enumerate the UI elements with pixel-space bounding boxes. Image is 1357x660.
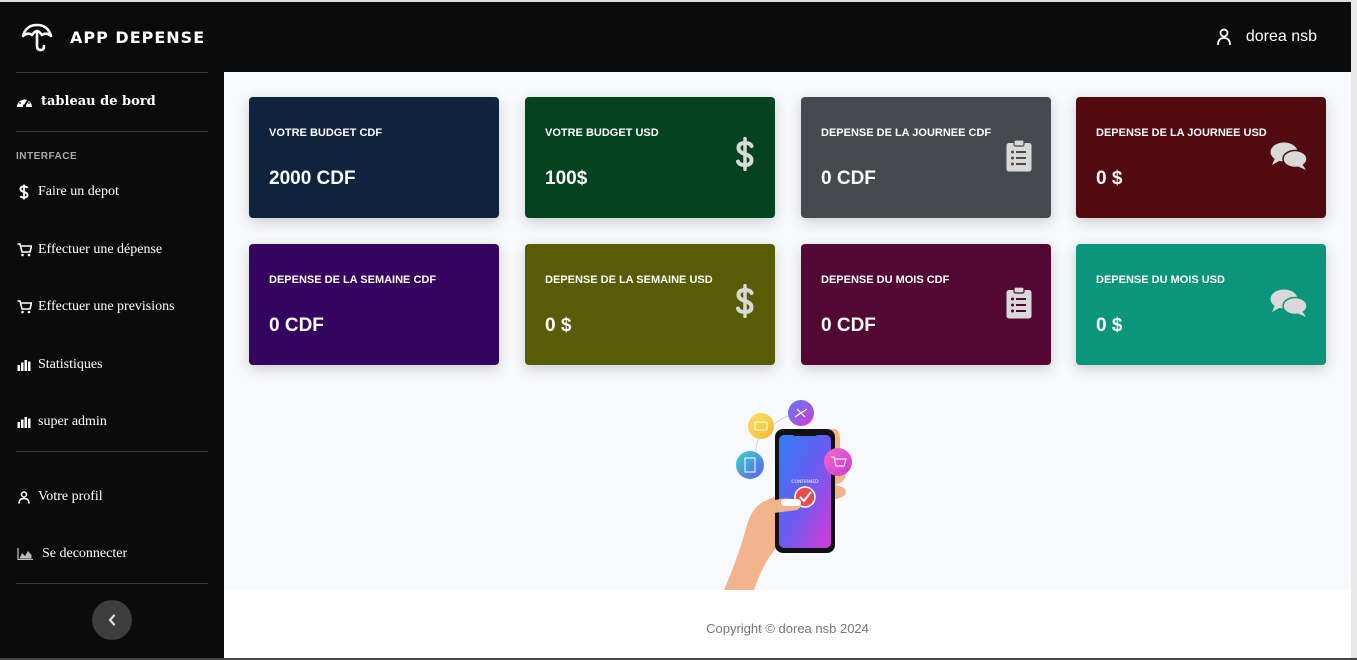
- user-name: dorea nsb: [1245, 28, 1317, 45]
- sidebar-item-label: Effectuer une dépense: [38, 242, 163, 257]
- main-content: VOTRE BUDGET CDF 2000 CDF VOTRE BUDGET U…: [224, 72, 1351, 590]
- card-depense-semaine-cdf: DEPENSE DE LA SEMAINE CDF 0 CDF: [249, 244, 499, 365]
- sidebar-item-previsions[interactable]: Effectuer une previsions: [16, 299, 175, 315]
- sidebar-item-depot[interactable]: Faire un depot: [16, 184, 119, 200]
- brand[interactable]: APP DEPENSE: [20, 22, 205, 52]
- sidebar-item-deconnecter[interactable]: Se deconnecter: [16, 546, 127, 562]
- clipboard-list-icon: [1006, 286, 1032, 324]
- card-value: 0 $: [1096, 168, 1123, 189]
- umbrella-icon: [21, 23, 53, 52]
- sidebar-item-label: tableau de bord: [41, 94, 156, 109]
- sidebar-item-label: Se deconnecter: [42, 546, 128, 561]
- sidebar-toggle-button[interactable]: [92, 600, 132, 640]
- area-chart-icon: [16, 548, 34, 560]
- card-value: 0 $: [545, 315, 572, 336]
- phone-illustration: CONFIRMED: [724, 400, 852, 590]
- card-depense-journee-usd: DEPENSE DE LA JOURNEE USD 0 $: [1076, 97, 1326, 218]
- clipboard-list-icon: [1006, 139, 1032, 177]
- sidebar-divider: [16, 72, 208, 73]
- card-depense-mois-usd: DEPENSE DU MOIS USD 0 $: [1076, 244, 1326, 365]
- user-menu[interactable]: dorea nsb: [1216, 28, 1317, 46]
- tachometer-icon: [17, 98, 32, 108]
- card-value: 0 CDF: [821, 315, 876, 336]
- card-value: 100$: [545, 168, 588, 189]
- sidebar-heading: INTERFACE: [16, 151, 78, 162]
- dollar-icon: [735, 136, 755, 176]
- copyright-text: Copyright © dorea nsb 2024: [706, 621, 869, 636]
- bar-chart-icon: [16, 416, 32, 428]
- card-value: 0 $: [1096, 315, 1123, 336]
- cart-icon: [16, 300, 32, 314]
- app-title: APP DEPENSE: [70, 27, 206, 47]
- dollar-icon: [16, 184, 32, 200]
- sidebar-item-dashboard[interactable]: tableau de bord: [16, 94, 156, 109]
- comments-icon: [1270, 141, 1308, 176]
- sidebar-divider: [16, 451, 208, 452]
- comments-icon: [1270, 288, 1308, 323]
- card-value: 2000 CDF: [269, 168, 356, 189]
- user-icon: [16, 490, 32, 504]
- card-value: 0 CDF: [821, 168, 876, 189]
- card-depense-journee-cdf: DEPENSE DE LA JOURNEE CDF 0 CDF: [801, 97, 1051, 218]
- card-depense-mois-cdf: DEPENSE DU MOIS CDF 0 CDF: [801, 244, 1051, 365]
- sidebar-item-profil[interactable]: Votre profil: [16, 489, 103, 505]
- bar-chart-icon: [16, 359, 32, 371]
- sidebar-item-super-admin[interactable]: super admin: [16, 414, 107, 430]
- card-label: VOTRE BUDGET CDF: [269, 127, 383, 139]
- card-label: DEPENSE DE LA SEMAINE USD: [545, 274, 713, 286]
- sidebar-divider: [16, 131, 208, 132]
- sidebar-item-label: Effectuer une previsions: [38, 299, 175, 314]
- dollar-icon: [735, 283, 755, 323]
- card-label: DEPENSE DE LA SEMAINE CDF: [269, 274, 437, 286]
- card-label: DEPENSE DU MOIS CDF: [821, 274, 950, 286]
- sidebar-item-statistiques[interactable]: Statistiques: [16, 357, 103, 373]
- card-budget-cdf: VOTRE BUDGET CDF 2000 CDF: [249, 97, 499, 218]
- footer: Copyright © dorea nsb 2024: [224, 590, 1351, 660]
- cart-icon: [16, 243, 32, 257]
- sidebar-item-depense[interactable]: Effectuer une dépense: [16, 242, 162, 258]
- scrollbar[interactable]: [1351, 0, 1357, 660]
- top-navbar: APP DEPENSE dorea nsb: [0, 0, 1351, 72]
- card-budget-usd: VOTRE BUDGET USD 100$: [525, 97, 775, 218]
- card-label: DEPENSE DU MOIS USD: [1096, 274, 1225, 286]
- card-value: 0 CDF: [269, 315, 324, 336]
- sidebar: tableau de bord INTERFACE Faire un depot…: [0, 72, 224, 660]
- card-depense-semaine-usd: DEPENSE DE LA SEMAINE USD 0 $: [525, 244, 775, 365]
- card-label: DEPENSE DE LA JOURNEE USD: [1096, 127, 1267, 139]
- card-label: DEPENSE DE LA JOURNEE CDF: [821, 127, 992, 139]
- user-icon: [1216, 28, 1231, 46]
- card-label: VOTRE BUDGET USD: [545, 127, 659, 139]
- sidebar-item-label: Statistiques: [38, 357, 103, 372]
- sidebar-item-label: super admin: [38, 414, 107, 429]
- phone-screen-text: CONFIRMED: [791, 479, 819, 485]
- sidebar-item-label: Votre profil: [38, 489, 103, 504]
- sidebar-divider: [16, 583, 208, 584]
- chevron-left-icon: [108, 614, 116, 626]
- sidebar-item-label: Faire un depot: [38, 184, 119, 199]
